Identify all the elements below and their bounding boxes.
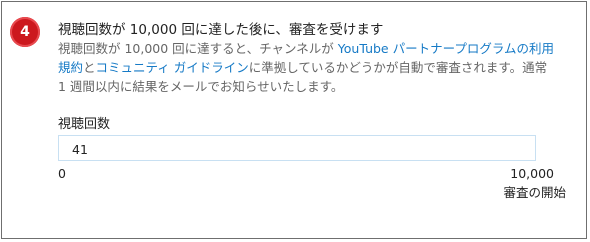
views-value: 41	[72, 142, 88, 157]
range-min-label: 0	[58, 166, 66, 181]
step-number-badge: 4	[10, 17, 40, 47]
community-guidelines-link[interactable]: コミュニティ ガイドライン	[96, 60, 249, 75]
review-start-caption: 審査の開始	[503, 185, 566, 200]
description-text-2: と	[83, 60, 96, 75]
views-value-box: 41	[58, 135, 536, 161]
step-title: 視聴回数が 10,000 回に達した後に、審査を受けます	[58, 22, 384, 38]
description-text-1: 視聴回数が 10,000 回に達すると、チャンネルが	[58, 41, 338, 56]
review-step-panel: 4 視聴回数が 10,000 回に達した後に、審査を受けます 視聴回数が 10,…	[1, 1, 587, 239]
views-label: 視聴回数	[58, 117, 111, 132]
range-max-label: 10,000	[510, 166, 554, 181]
step-description: 視聴回数が 10,000 回に達すると、チャンネルが YouTube パートナー…	[58, 39, 558, 96]
